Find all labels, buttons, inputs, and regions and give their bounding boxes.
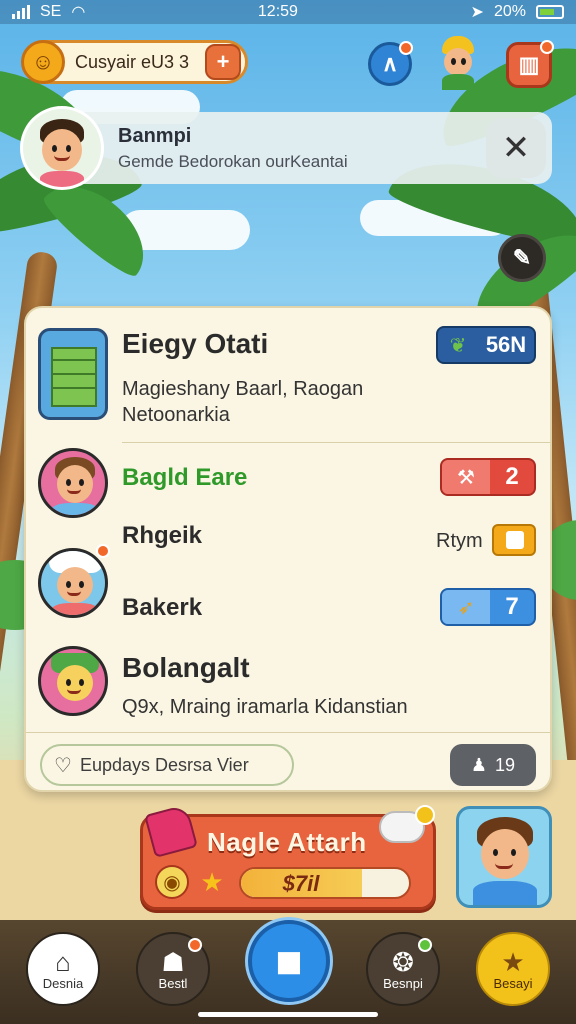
hammer-icon: ⚒: [442, 460, 490, 494]
notification-title: Banmpi: [118, 124, 192, 147]
star-icon: ★: [501, 946, 525, 977]
bottom-nav: ⌂ Desnia ☗ Bestl ◼ ❂ Besnpi ★ Besayi: [0, 920, 576, 1024]
row-avatar: [38, 646, 108, 716]
helper-avatar[interactable]: [430, 34, 486, 90]
row-description: Q9x, Mraing iramarla Kidanstian: [122, 696, 408, 718]
rocket-icon: ➶: [442, 590, 490, 624]
header-chip[interactable]: ❦ 56N: [436, 326, 536, 364]
gift-icon: ▥: [518, 52, 540, 77]
player-portrait[interactable]: [456, 806, 552, 908]
notification-avatar: [20, 106, 104, 190]
nav-item-turtle[interactable]: ☗ Bestl: [136, 932, 210, 1006]
row-title: Bagld Eare: [122, 464, 248, 491]
row-title: Rhgeik: [122, 522, 203, 549]
nav-item-home[interactable]: ⌂ Desnia: [26, 932, 100, 1006]
caret-up-icon: ∧: [381, 51, 399, 76]
players-count-button[interactable]: ♟ 19: [450, 744, 536, 786]
nav-item-chat[interactable]: ◼: [248, 920, 330, 1002]
header-title: Eiegy Otati: [122, 328, 269, 359]
nav-label: Bestl: [158, 975, 188, 991]
nav-label: Besnpi: [383, 975, 423, 991]
quest-icon: ✎: [512, 245, 532, 270]
chat-icon: ◼: [274, 942, 304, 980]
nav-item-star[interactable]: ★ Besayi: [476, 932, 550, 1006]
attack-bar-text: $7il: [282, 871, 320, 896]
row-chip[interactable]: ⚒ 2: [440, 458, 536, 496]
location-icon: ➤: [470, 4, 484, 21]
turtle-icon: ☗: [161, 946, 185, 977]
signal-icon: [12, 5, 30, 19]
seed-icon: ❂: [392, 946, 414, 977]
person-icon: ♟: [470, 754, 488, 775]
header-chip-value: 56N: [485, 332, 527, 357]
home-indicator: [198, 1012, 378, 1017]
row-side-label: Rtym: [436, 530, 483, 552]
clock: 12:59: [257, 3, 298, 20]
attack-title: Nagle Attarh: [207, 827, 367, 857]
side-quest-button[interactable]: ✎: [498, 234, 546, 282]
currency-label: Cusyair eU3 3: [75, 51, 190, 72]
heart-icon: ♡: [54, 754, 72, 777]
nav-label: Besayi: [493, 975, 533, 991]
coin-icon: ☺: [21, 40, 65, 84]
add-currency-button[interactable]: +: [205, 44, 241, 80]
row-chip-value: 2: [505, 463, 519, 490]
row-title: Bakerk: [122, 594, 203, 621]
row-avatar: [38, 548, 108, 618]
shield-icon: ◉: [155, 865, 189, 899]
header-icon: [38, 328, 108, 420]
notification-banner[interactable]: Banmpi Gemde Bedorokan ourKeantai ✕: [20, 106, 552, 190]
row-toggle[interactable]: [492, 524, 536, 556]
star-icon: ★: [200, 866, 224, 897]
nav-label: Desnia: [42, 975, 84, 991]
leaf-icon: ❦: [449, 334, 467, 357]
row-chip[interactable]: ➶ 7: [440, 588, 536, 626]
carrier-label: SE: [40, 3, 62, 20]
wifi-icon: ◠: [71, 4, 86, 21]
gift-button[interactable]: ▥: [506, 40, 554, 88]
battery-percent: 20%: [493, 3, 526, 20]
attack-progress-bar: $7il: [239, 867, 411, 899]
tag-pill-button[interactable]: ♡ Eupdays Desrsa Vier: [40, 744, 294, 786]
home-icon: ⌂: [55, 946, 71, 977]
close-icon: ✕: [501, 129, 531, 167]
notification-subtitle: Gemde Bedorokan ourKeantai: [118, 151, 348, 171]
quest-panel: Eiegy Otati Magieshany Baarl, Raogan Net…: [24, 306, 552, 792]
attack-button[interactable]: Nagle Attarh ◉ ★ $7il: [140, 804, 436, 910]
row-avatar: [38, 448, 108, 518]
nav-item-seed[interactable]: ❂ Besnpi: [366, 932, 440, 1006]
battery-icon: [535, 5, 564, 19]
status-bar: SE ◠ 12:59 ➤ 20%: [0, 0, 576, 24]
row-chip-value: 7: [505, 593, 519, 620]
players-count: 19: [495, 754, 516, 775]
upgrade-button[interactable]: ∧: [368, 41, 413, 86]
row-title: Bolangalt: [122, 652, 250, 683]
header-description: Magieshany Baarl, Raogan Netoonarkia: [122, 378, 364, 426]
tag-pill-label: Eupdays Desrsa Vier: [79, 754, 249, 775]
currency-pill[interactable]: ☺ Cusyair eU3 3 +: [21, 40, 248, 84]
close-button[interactable]: ✕: [486, 118, 546, 178]
